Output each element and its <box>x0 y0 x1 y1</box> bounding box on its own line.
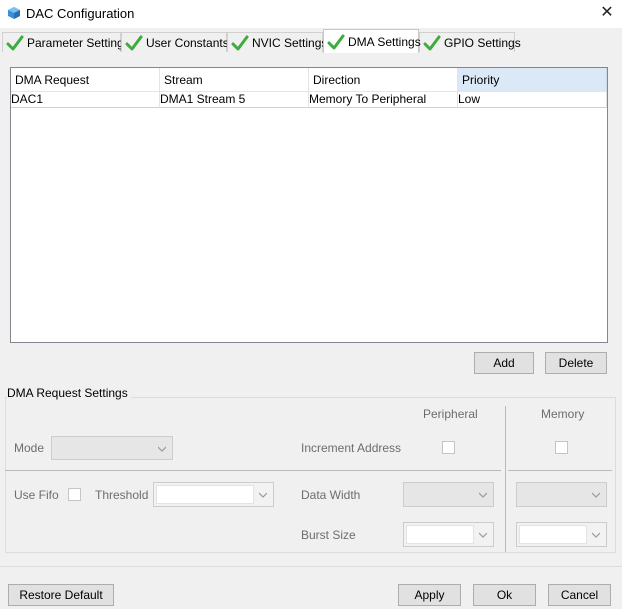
use-fifo-checkbox[interactable] <box>68 488 81 501</box>
burst-size-label: Burst Size <box>301 528 356 542</box>
chevron-down-icon <box>259 492 267 498</box>
window-title: DAC Configuration <box>26 6 135 21</box>
peripheral-burst-size-select[interactable] <box>403 522 494 547</box>
tab-label: GPIO Settings <box>444 35 521 50</box>
chevron-down-icon <box>479 532 487 538</box>
row-divider-right <box>508 470 612 471</box>
memory-header: Memory <box>541 407 585 421</box>
checkmark-icon <box>231 35 249 50</box>
mode-select[interactable] <box>51 436 173 460</box>
memory-burst-size-select[interactable] <box>516 522 607 547</box>
tab-parameter-settings[interactable]: Parameter Settings <box>2 32 130 52</box>
checkmark-icon <box>125 35 143 50</box>
tab-label: Parameter Settings <box>27 35 130 50</box>
cell-dma-request[interactable]: DAC1 <box>11 92 160 108</box>
tab-label: NVIC Settings <box>252 35 328 50</box>
data-width-label: Data Width <box>301 488 361 502</box>
delete-button[interactable]: Delete <box>545 352 607 374</box>
threshold-label: Threshold <box>95 488 149 502</box>
column-header-stream[interactable]: Stream <box>160 68 309 92</box>
memory-data-width-select[interactable] <box>516 482 607 507</box>
tab-nvic-settings[interactable]: NVIC Settings <box>227 32 327 52</box>
restore-default-button[interactable]: Restore Default <box>8 584 114 606</box>
tab-gpio-settings[interactable]: GPIO Settings <box>419 32 521 52</box>
cell-stream[interactable]: DMA1 Stream 5 <box>160 92 309 108</box>
app-cube-icon <box>8 7 20 19</box>
column-divider <box>505 406 506 552</box>
ok-button[interactable]: Ok <box>473 584 536 606</box>
peripheral-data-width-select[interactable] <box>403 482 494 507</box>
footer-separator <box>0 566 622 567</box>
chevron-down-icon <box>479 492 487 498</box>
threshold-select[interactable] <box>153 482 274 507</box>
row-divider-left <box>5 470 501 471</box>
column-header-direction[interactable]: Direction <box>309 68 458 92</box>
cell-priority[interactable]: Low <box>458 92 607 108</box>
cancel-button[interactable]: Cancel <box>548 584 611 606</box>
checkmark-icon <box>423 35 441 50</box>
increment-address-label: Increment Address <box>301 441 402 455</box>
cell-direction[interactable]: Memory To Peripheral <box>309 92 458 108</box>
group-title: DMA Request Settings <box>7 386 131 400</box>
chevron-down-icon <box>592 492 600 498</box>
add-button[interactable]: Add <box>474 352 534 374</box>
memory-increment-checkbox[interactable] <box>555 441 568 454</box>
tab-label: User Constants <box>146 35 229 50</box>
close-icon[interactable]: ✕ <box>598 4 616 22</box>
checkmark-icon <box>6 35 24 50</box>
column-header-dma-request[interactable]: DMA Request <box>11 68 160 92</box>
peripheral-header: Peripheral <box>423 407 478 421</box>
dma-request-table[interactable]: DMA Request Stream Direction Priority DA… <box>10 67 608 343</box>
tab-dma-settings[interactable]: DMA Settings <box>323 29 421 53</box>
chevron-down-icon <box>592 532 600 538</box>
mode-label: Mode <box>14 441 45 455</box>
peripheral-increment-checkbox[interactable] <box>442 441 455 454</box>
checkmark-icon <box>327 34 345 49</box>
use-fifo-label: Use Fifo <box>14 488 59 502</box>
column-header-priority[interactable]: Priority <box>458 68 607 92</box>
chevron-down-icon <box>158 446 166 452</box>
tab-label: DMA Settings <box>348 34 421 49</box>
tab-user-constants[interactable]: User Constants <box>121 32 229 52</box>
apply-button[interactable]: Apply <box>398 584 461 606</box>
